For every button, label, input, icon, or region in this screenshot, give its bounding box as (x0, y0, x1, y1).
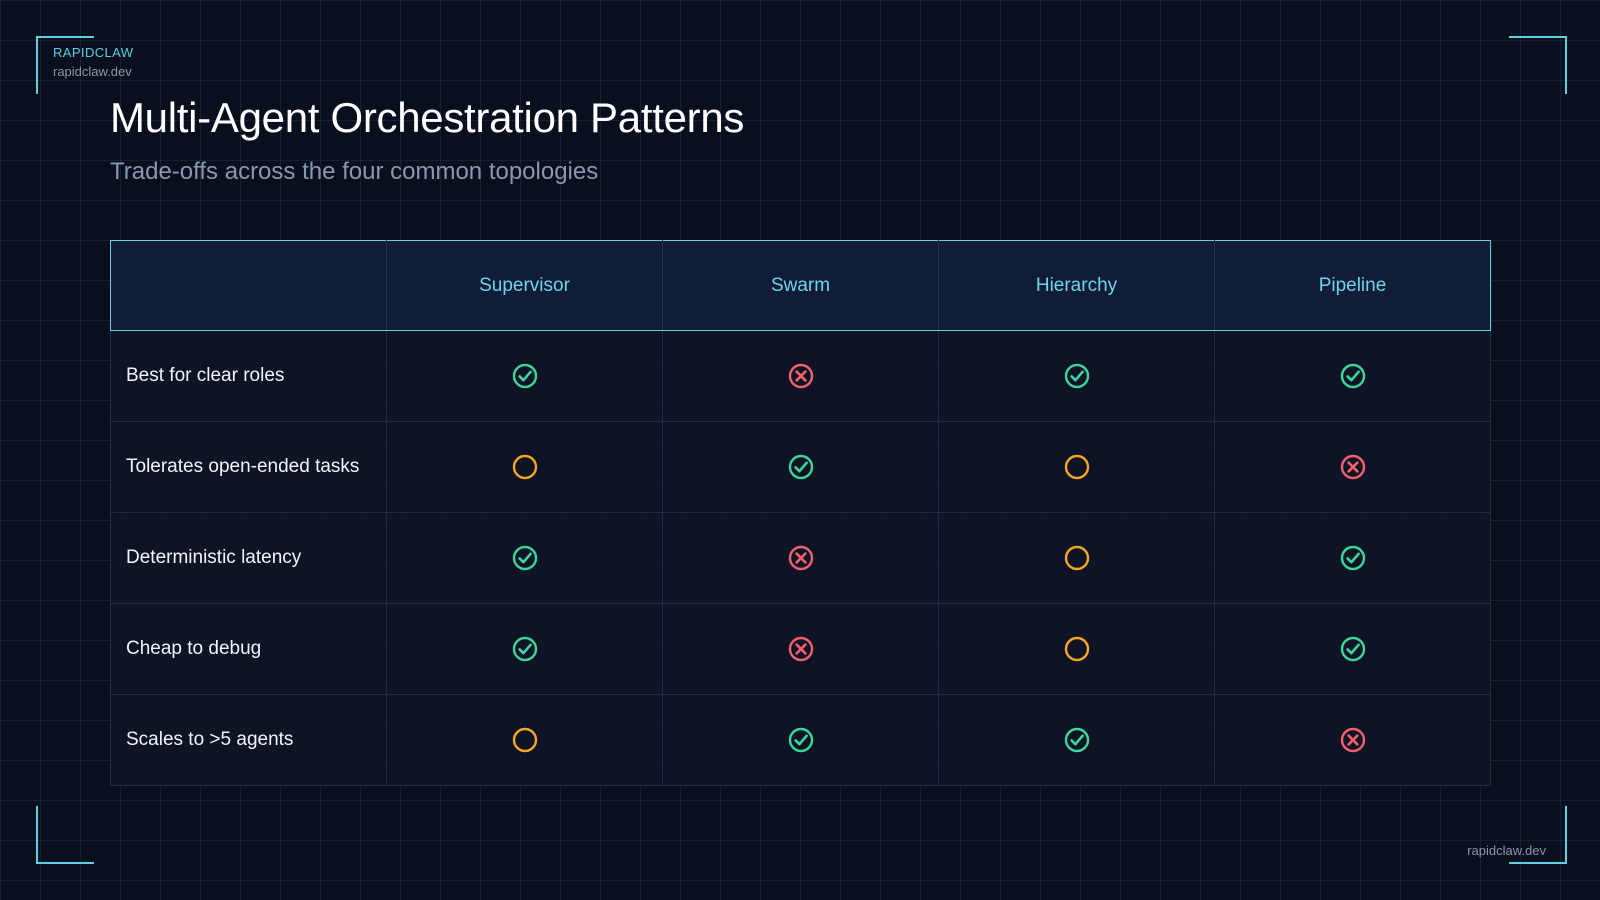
x-circle-icon (1340, 454, 1365, 480)
rating-cell (386, 603, 663, 695)
rating-cell (386, 421, 663, 513)
page-subtitle: Trade-offs across the four common topolo… (110, 158, 599, 185)
frame-corner-top-right (1509, 36, 1567, 94)
rating-cell (1214, 512, 1491, 604)
check-circle-icon (1064, 727, 1089, 753)
table-row: Scales to >5 agents (110, 694, 1491, 786)
partial-circle-icon (512, 727, 537, 753)
row-label: Deterministic latency (110, 512, 387, 604)
frame-corner-bottom-left (36, 806, 94, 864)
check-circle-icon (512, 363, 537, 389)
table-row: Best for clear roles (110, 330, 1491, 422)
comparison-table-container: Supervisor Swarm Hierarchy Pipeline Best… (110, 240, 1491, 786)
column-header-pipeline: Pipeline (1214, 240, 1491, 331)
table-row: Tolerates open-ended tasks (110, 421, 1491, 513)
rating-cell (1214, 603, 1491, 695)
row-label: Cheap to debug (110, 603, 387, 695)
rating-cell (386, 694, 663, 786)
x-circle-icon (788, 363, 813, 389)
comparison-table: Supervisor Swarm Hierarchy Pipeline Best… (110, 240, 1491, 786)
rating-cell (938, 603, 1215, 695)
brand-name: RAPIDCLAW (53, 45, 134, 60)
rating-cell (662, 694, 939, 786)
rating-cell (386, 512, 663, 604)
column-header-supervisor: Supervisor (386, 240, 663, 331)
partial-circle-icon (1064, 454, 1089, 480)
row-label: Scales to >5 agents (110, 694, 387, 786)
brand-url: rapidclaw.dev (53, 64, 132, 79)
rating-cell (662, 330, 939, 422)
check-circle-icon (1064, 363, 1089, 389)
rating-cell (938, 421, 1215, 513)
brand-block: RAPIDCLAW rapidclaw.dev (53, 45, 133, 81)
rating-cell (386, 330, 663, 422)
table-row: Deterministic latency (110, 512, 1491, 604)
rating-cell (938, 694, 1215, 786)
header-corner-cell (110, 240, 387, 331)
x-circle-icon (788, 636, 813, 662)
check-circle-icon (512, 545, 537, 571)
check-circle-icon (1340, 363, 1365, 389)
check-circle-icon (788, 727, 813, 753)
rating-cell (938, 330, 1215, 422)
row-label: Tolerates open-ended tasks (110, 421, 387, 513)
x-circle-icon (788, 545, 813, 571)
x-circle-icon (1340, 727, 1365, 753)
rating-cell (1214, 330, 1491, 422)
partial-circle-icon (1064, 545, 1089, 571)
check-circle-icon (512, 636, 537, 662)
footer-url: rapidclaw.dev (1467, 843, 1546, 858)
check-circle-icon (1340, 545, 1365, 571)
column-header-hierarchy: Hierarchy (938, 240, 1215, 331)
table-row: Cheap to debug (110, 603, 1491, 695)
row-label: Best for clear roles (110, 330, 387, 422)
rating-cell (662, 603, 939, 695)
rating-cell (938, 512, 1215, 604)
rating-cell (662, 421, 939, 513)
check-circle-icon (788, 454, 813, 480)
rating-cell (662, 512, 939, 604)
page-title: Multi-Agent Orchestration Patterns (110, 94, 745, 141)
partial-circle-icon (1064, 636, 1089, 662)
column-header-swarm: Swarm (662, 240, 939, 331)
partial-circle-icon (512, 454, 537, 480)
check-circle-icon (1340, 636, 1365, 662)
rating-cell (1214, 694, 1491, 786)
rating-cell (1214, 421, 1491, 513)
table-header-row: Supervisor Swarm Hierarchy Pipeline (110, 240, 1491, 331)
